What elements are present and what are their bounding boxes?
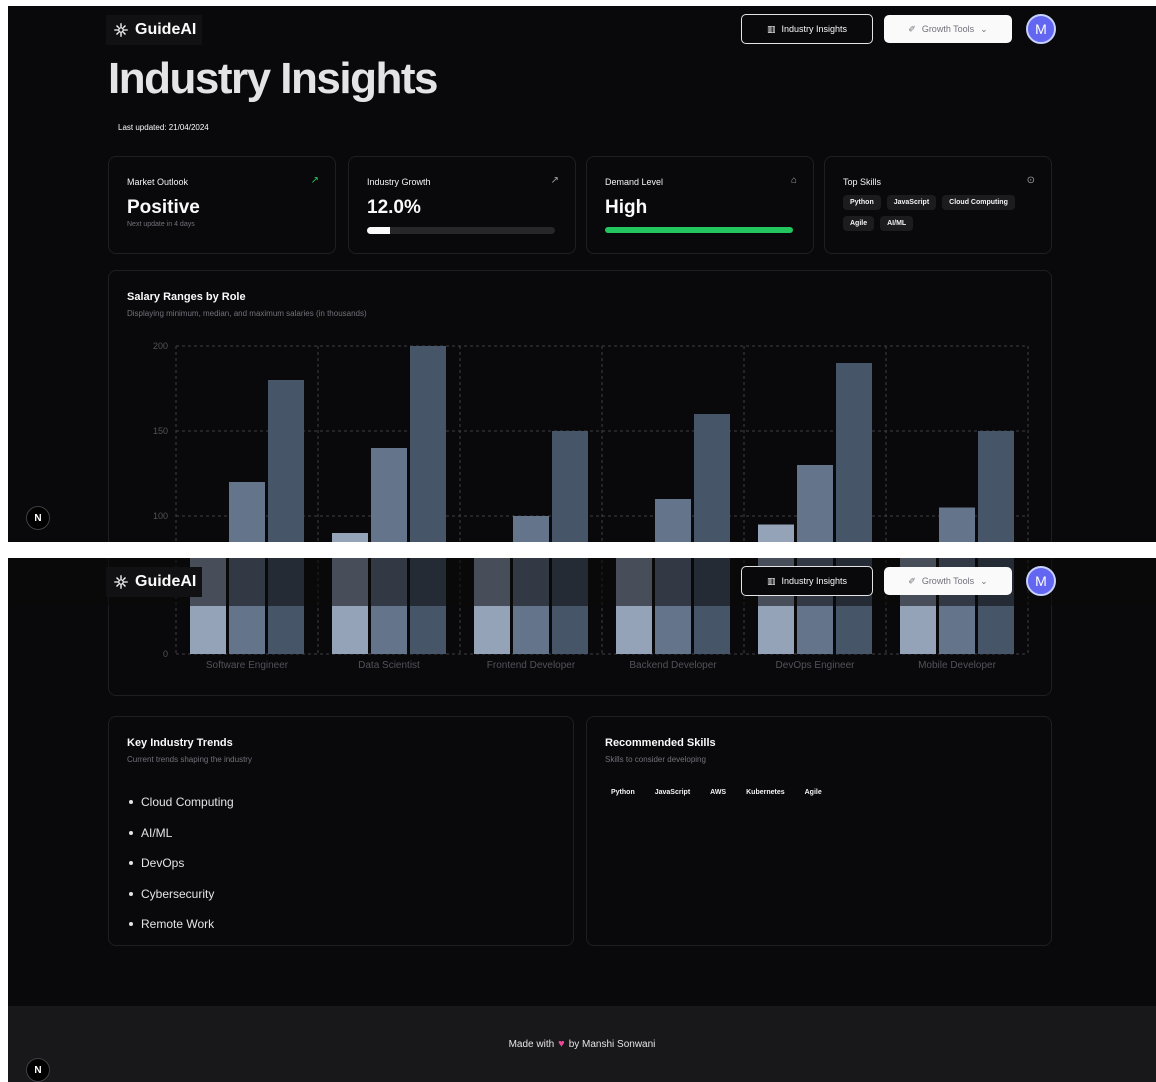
screenshot-top: GuideAI ▥ Industry Insights ✐ Growth Too… [8, 6, 1156, 542]
trend-item: Cybersecurity [129, 879, 234, 910]
skill-tag: Python [611, 789, 635, 796]
app-logo[interactable]: GuideAI [106, 567, 203, 597]
sparkle-icon: ✐ [908, 575, 916, 586]
skill-tag: Agile [804, 789, 822, 796]
recommended-tags: Python JavaScript AWS Kubernetes Agile [603, 785, 830, 800]
brain-logo-icon [114, 575, 128, 589]
trend-item: AI/ML [129, 818, 234, 849]
nextjs-badge[interactable]: N [26, 506, 50, 530]
recommended-subtitle: Skills to consider developing [605, 755, 706, 764]
growth-tools-label: Growth Tools [921, 576, 975, 586]
skill-tag: JavaScript [654, 789, 691, 796]
user-avatar[interactable]: M [1026, 566, 1056, 596]
brain-logo-icon [114, 23, 128, 37]
sparkle-icon: ✐ [908, 23, 916, 34]
x-tick-label: DevOps Engineer [776, 660, 856, 671]
heart-icon: ♥ [558, 1038, 565, 1050]
screenshot-divider [0, 542, 1156, 558]
app-name: GuideAI [135, 21, 197, 38]
footer: Made with ♥ by Manshi Sonwani [8, 1006, 1156, 1082]
bar [797, 465, 833, 542]
user-avatar[interactable]: M [1026, 14, 1056, 44]
bar [229, 482, 265, 542]
bar [268, 380, 304, 542]
bar [694, 414, 730, 542]
bar [655, 499, 691, 542]
x-tick-label: Frontend Developer [487, 660, 576, 671]
chevron-down-icon: ⌄ [980, 575, 988, 586]
trends-title: Key Industry Trends [127, 737, 233, 749]
nextjs-badge[interactable]: N [26, 1058, 50, 1082]
bar [410, 346, 446, 542]
bar [978, 431, 1014, 542]
trend-item: Cloud Computing [129, 787, 234, 818]
growth-tools-button[interactable]: ✐ Growth Tools ⌄ [884, 567, 1012, 595]
bar [332, 533, 368, 542]
x-tick-label: Mobile Developer [918, 660, 996, 671]
bar [758, 524, 794, 542]
app-logo[interactable]: GuideAI [106, 15, 203, 45]
bar [552, 431, 588, 542]
growth-tools-label: Growth Tools [921, 24, 975, 34]
industry-insights-label: Industry Insights [781, 576, 848, 586]
industry-insights-button[interactable]: ▥ Industry Insights [741, 14, 873, 44]
industry-insights-label: Industry Insights [781, 24, 848, 34]
app-name: GuideAI [135, 573, 197, 590]
top-navbar: GuideAI ▥ Industry Insights ✐ Growth Too… [8, 6, 1156, 54]
key-trends-card: Key Industry Trends Current trends shapi… [108, 716, 574, 946]
skill-tag: Kubernetes [746, 789, 785, 796]
x-tick-label: Backend Developer [629, 660, 717, 671]
trend-item: DevOps [129, 848, 234, 879]
trends-list: Cloud Computing AI/ML DevOps Cybersecurity R… [129, 787, 234, 940]
trend-item: Remote Work [129, 909, 234, 940]
skill-tag: AWS [710, 789, 727, 796]
industry-insights-button[interactable]: ▥ Industry Insights [741, 566, 873, 596]
footer-suffix: by Manshi Sonwani [568, 1038, 656, 1050]
bar [836, 363, 872, 542]
bar [371, 448, 407, 542]
chart-icon: ▥ [766, 575, 776, 586]
top-navbar: GuideAI ▥ Industry Insights ✐ Growth Too… [8, 558, 1156, 606]
bar [513, 516, 549, 542]
bar [939, 507, 975, 542]
footer-prefix: Made with [508, 1038, 555, 1050]
y-tick-label: 0 [163, 649, 168, 659]
y-tick-label: 150 [153, 426, 168, 436]
x-tick-label: Data Scientist [358, 660, 420, 671]
recommended-title: Recommended Skills [605, 737, 716, 749]
chart-icon: ▥ [766, 23, 776, 34]
salary-chart-top: 0100150200 [153, 341, 1029, 542]
growth-tools-button[interactable]: ✐ Growth Tools ⌄ [884, 15, 1012, 43]
trends-subtitle: Current trends shaping the industry [127, 755, 252, 764]
screenshot-bottom: 0100150200Software EngineerData Scientis… [8, 558, 1156, 1082]
recommended-skills-card: Recommended Skills Skills to consider de… [586, 716, 1052, 946]
x-tick-label: Software Engineer [206, 660, 289, 671]
y-tick-label: 100 [153, 511, 168, 521]
y-tick-label: 200 [153, 341, 168, 351]
chevron-down-icon: ⌄ [980, 23, 988, 34]
